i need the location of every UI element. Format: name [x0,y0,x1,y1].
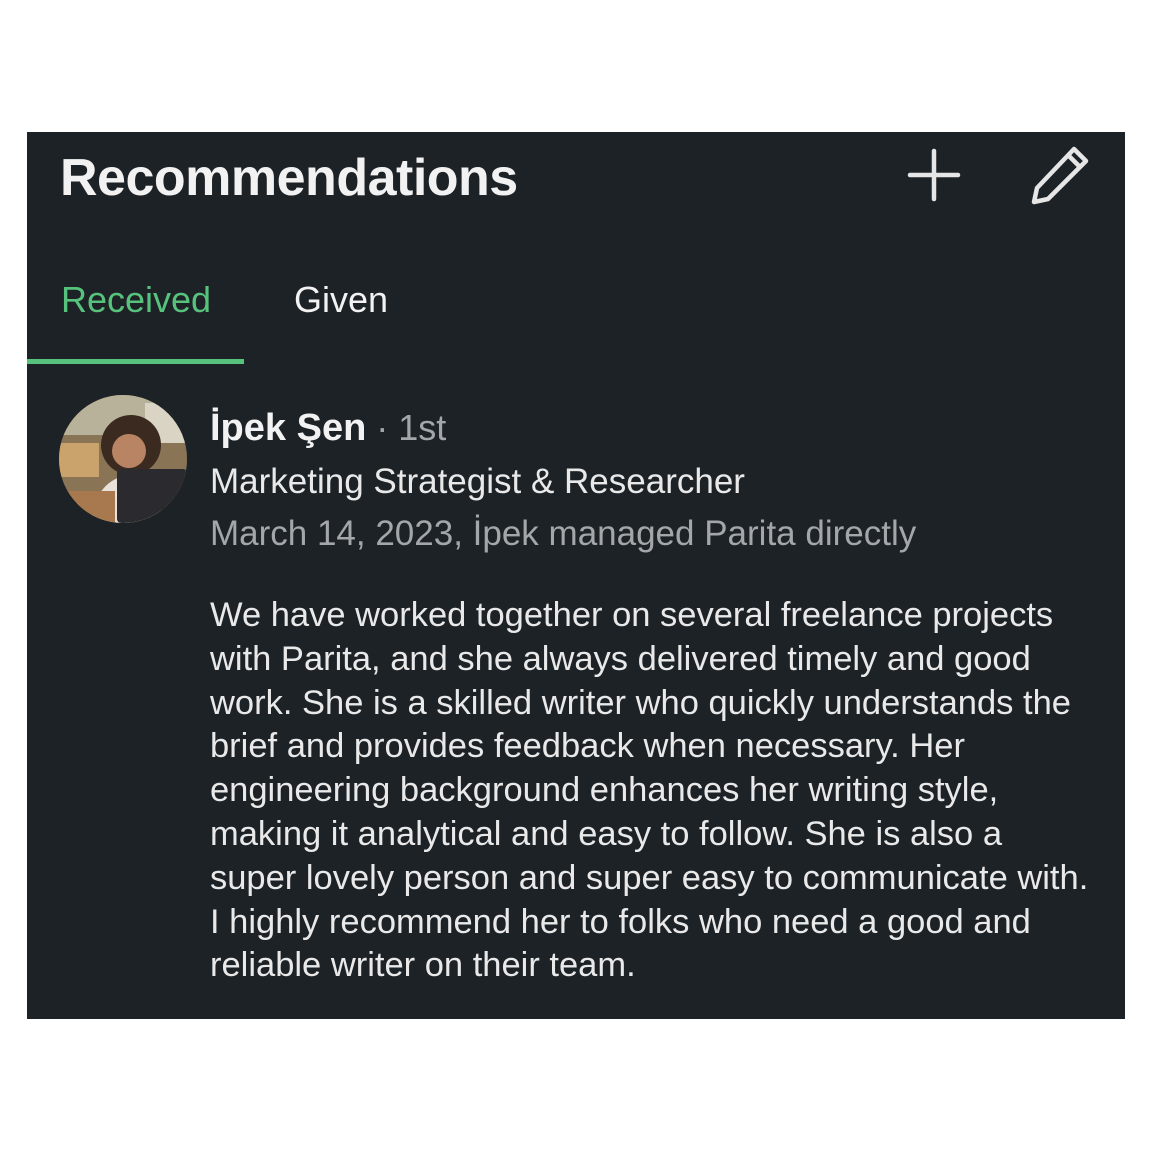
plus-icon [907,148,961,202]
recommender-name[interactable]: İpek Şen [210,407,366,449]
section-title: Recommendations [60,149,518,207]
tab-given-label: Given [294,279,389,320]
recommendation-text: We have worked together on several freel… [210,596,1089,985]
recommender-name-row: İpek Şen · 1st [210,400,446,456]
edit-recommendations-button[interactable] [1025,140,1095,210]
tab-given[interactable]: Given [244,272,404,364]
recommendation-meta: March 14, 2023, İpek managed Parita dire… [210,514,917,553]
recommender-headline: Marketing Strategist & Researcher [210,462,745,501]
recommendations-section: Recommendations Received Given İpek Şen … [27,132,1125,1019]
pencil-icon [1031,146,1089,205]
add-recommendation-button[interactable] [899,140,969,210]
connection-degree: · 1st [366,407,447,448]
tab-received-label: Received [61,279,212,320]
avatar[interactable] [59,395,187,523]
recommendation-tabs: Received Given [27,272,1125,364]
active-tab-indicator [27,359,244,364]
tab-received[interactable]: Received [27,272,244,364]
profile-photo [59,395,187,523]
